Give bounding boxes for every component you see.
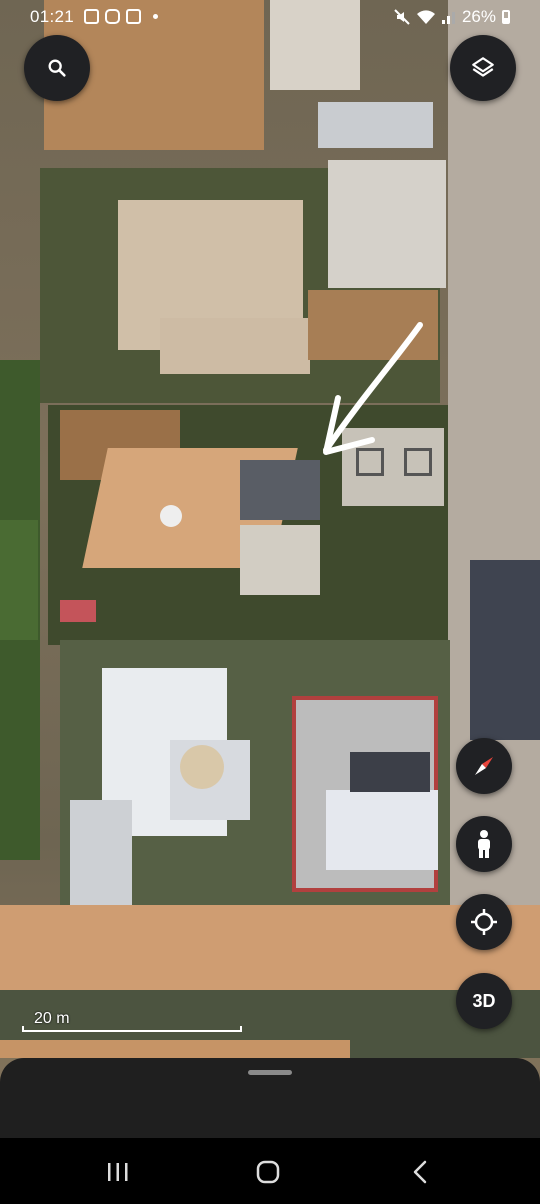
back-button[interactable] [400,1152,440,1192]
my-location-button[interactable] [456,894,512,950]
gallery-icon [126,9,141,24]
scale-line [22,1026,242,1032]
search-button[interactable] [24,35,90,101]
arrow-annotation [323,322,423,455]
recents-button[interactable] [98,1152,138,1192]
gallery-icon [84,9,99,24]
status-bar: 01:21 26% [0,0,540,34]
3d-label: 3D [472,990,496,1011]
sheet-drag-handle[interactable] [248,1070,292,1075]
system-nav-bar [0,1138,540,1204]
wifi-icon [416,10,435,24]
street-view-button[interactable] [456,816,512,872]
battery-icon [502,10,510,24]
bottom-sheet[interactable] [0,1058,540,1148]
dot-icon [153,14,158,19]
back-icon [413,1160,427,1184]
search-icon [48,59,66,77]
battery-level: 26% [461,7,496,26]
my-location-icon [471,909,497,935]
status-time: 01:21 [30,7,75,26]
compass-icon [475,757,493,775]
3d-toggle-button[interactable]: 3D [456,973,512,1029]
mute-icon [394,9,410,25]
recents-icon [108,1163,128,1181]
layers-icon [472,57,494,77]
compass-button[interactable] [456,738,512,794]
home-button[interactable] [248,1152,288,1192]
layers-button[interactable] [450,35,516,101]
home-icon [256,1160,280,1184]
signal-icon [441,12,455,24]
instagram-icon [105,9,120,24]
pegman-icon [478,830,490,858]
scale-bar: 20 m [22,1008,242,1032]
